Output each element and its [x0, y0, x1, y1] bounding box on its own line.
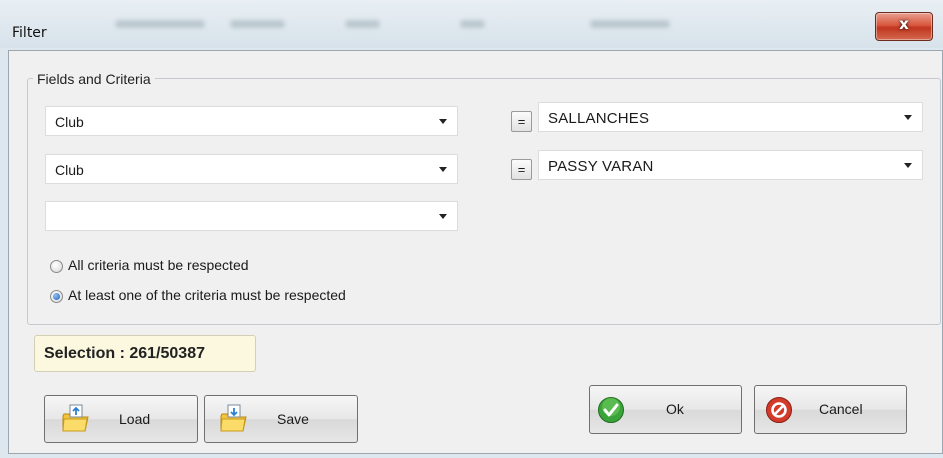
operator-button-1[interactable]: = [511, 111, 532, 132]
cancel-button[interactable]: Cancel [754, 385, 907, 434]
radio-button[interactable] [50, 260, 63, 273]
ok-label: Ok [666, 401, 684, 417]
operator-button-2[interactable]: = [511, 159, 532, 180]
window-title: Filter [12, 25, 47, 41]
chevron-down-icon [904, 163, 912, 168]
chevron-down-icon [439, 119, 447, 124]
radio-label: At least one of the criteria must be res… [68, 287, 346, 303]
folder-load-icon [62, 404, 89, 432]
field-value: Club [55, 162, 84, 178]
selection-count-text: Selection : 261/50387 [44, 345, 205, 362]
ok-button[interactable]: Ok [589, 385, 742, 434]
radio-label: All criteria must be respected [68, 257, 249, 273]
selection-count-badge: Selection : 261/50387 [34, 335, 256, 372]
field-combo-2[interactable]: Club [45, 154, 458, 184]
field-value: Club [55, 114, 84, 130]
close-button[interactable]: x [875, 12, 933, 41]
criterion-combo-2[interactable]: PASSY VARAN [538, 150, 923, 180]
checkmark-icon [598, 397, 624, 423]
chevron-down-icon [904, 115, 912, 120]
radio-button-selected[interactable] [50, 290, 63, 303]
group-legend: Fields and Criteria [33, 71, 155, 87]
criterion-value: PASSY VARAN [548, 158, 654, 175]
criterion-combo-1[interactable]: SALLANCHES [538, 102, 923, 132]
load-button[interactable]: Load [44, 395, 198, 443]
criterion-value: SALLANCHES [548, 110, 650, 127]
save-label: Save [277, 411, 309, 427]
load-label: Load [119, 411, 151, 427]
save-button[interactable]: Save [204, 395, 358, 443]
prohibited-icon [766, 397, 792, 423]
filter-dialog: Filter x Fields and Criteria Club = SALL… [0, 0, 943, 458]
field-combo-3[interactable] [45, 201, 458, 231]
chevron-down-icon [439, 214, 447, 219]
close-icon: x [899, 15, 909, 33]
field-combo-1[interactable]: Club [45, 106, 458, 136]
chevron-down-icon [439, 167, 447, 172]
title-bar[interactable]: Filter x [0, 0, 943, 50]
folder-save-icon [220, 404, 247, 432]
cancel-label: Cancel [819, 401, 863, 417]
